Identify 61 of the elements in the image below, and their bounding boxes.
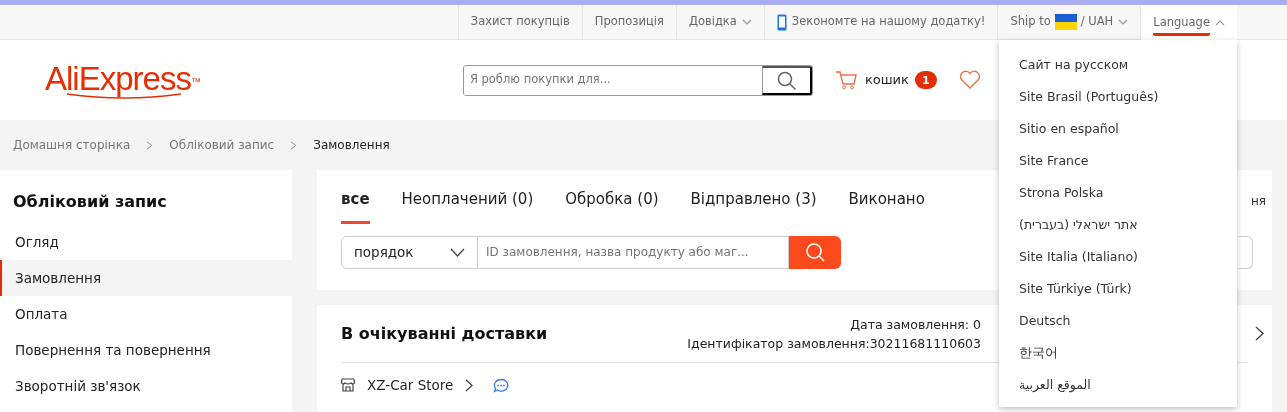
app-promo-link[interactable]: Зекономте на нашому додатку! xyxy=(791,13,986,31)
order-search-button[interactable] xyxy=(789,235,841,269)
chevron-right-icon xyxy=(1255,326,1264,341)
sidebar-item[interactable]: Оплата xyxy=(0,296,292,332)
breadcrumb-separator-icon xyxy=(290,140,298,150)
menu-item[interactable]: אתר ישראלי (בעברית) xyxy=(999,209,1237,241)
cart-label: кошик xyxy=(864,71,909,90)
order-date: Дата замовлення: 0 xyxy=(850,315,981,334)
menu-item[interactable]: Site Türkiye (Türk) xyxy=(999,273,1237,305)
chevron-down-icon xyxy=(1118,18,1129,26)
order-tab[interactable]: Відправлено (3) xyxy=(690,170,817,224)
order-status: В очікуванні доставки xyxy=(341,322,548,345)
chat-icon[interactable] xyxy=(493,377,510,393)
menu-item[interactable]: Deutsch xyxy=(999,305,1237,337)
ship-to-menu[interactable]: Ship to / UAH xyxy=(1010,13,1114,31)
sidebar-title: Обліковий запис xyxy=(12,191,168,213)
tab-label-fragment: ня xyxy=(1250,193,1266,210)
breadcrumb-link[interactable]: Обліковий запис xyxy=(169,136,275,154)
heart-icon[interactable] xyxy=(958,70,981,90)
flag-icon xyxy=(1054,14,1077,30)
store-icon xyxy=(341,378,355,392)
order-tab[interactable]: Обробка (0) xyxy=(565,170,659,224)
chevron-down-icon xyxy=(741,18,752,26)
logo[interactable]: AliExpress$^{™}$ xyxy=(45,61,201,99)
cart-icon xyxy=(834,70,857,90)
order-tab[interactable]: Неоплачений (0) xyxy=(401,170,534,224)
sidebar-item[interactable]: Зворотній зв'язок xyxy=(0,368,292,404)
menu-item[interactable]: Strona Polska xyxy=(999,177,1237,209)
menu-item[interactable]: Site Brasil (Português) xyxy=(999,81,1237,113)
sidebar-item[interactable]: Повернення та повернення xyxy=(0,332,292,368)
date-filter-field[interactable] xyxy=(1239,235,1253,269)
order-search-field[interactable]: ID замовлення, назва продукту або маг... xyxy=(478,235,789,269)
search-button[interactable] xyxy=(762,65,812,95)
menu-item[interactable]: 한국어 xyxy=(999,337,1237,369)
order-tab[interactable]: Виконано xyxy=(848,170,925,224)
breadcrumb-link[interactable]: Домашня сторінка xyxy=(13,136,131,154)
menu-item[interactable]: Site Italia (Italiano) xyxy=(999,241,1237,273)
order-type-select[interactable]: порядок xyxy=(341,235,478,269)
top-link[interactable]: Захист покупців xyxy=(470,13,570,31)
search-icon xyxy=(805,242,825,262)
cart-count-badge: 1 xyxy=(914,70,937,90)
menu-item[interactable]: Site France xyxy=(999,145,1237,177)
sidebar-item[interactable]: Огляд xyxy=(0,224,292,260)
menu-item[interactable]: Sitio en español xyxy=(999,113,1237,145)
menu-item[interactable]: الموقع العربية xyxy=(999,369,1237,401)
help-menu[interactable]: Довідка xyxy=(688,13,737,31)
chevron-right-icon xyxy=(465,378,474,392)
order-tab[interactable]: все xyxy=(341,170,370,224)
breadcrumb-current: Замовлення xyxy=(313,137,390,154)
cart-link[interactable]: кошик 1 xyxy=(834,70,937,90)
chevron-down-icon xyxy=(450,247,465,257)
top-link[interactable]: Пропозиція xyxy=(594,13,664,31)
search-icon xyxy=(776,71,797,91)
breadcrumb-separator-icon xyxy=(146,140,154,150)
store-link[interactable]: XZ-Car Store xyxy=(367,374,454,396)
order-id: Ідентифікатор замовлення:30211681110603 xyxy=(687,334,981,353)
phone-icon xyxy=(776,13,787,31)
search-field[interactable]: Я роблю покупки для... xyxy=(462,64,813,96)
sidebar-item[interactable]: Замовлення xyxy=(0,260,292,296)
menu-item[interactable]: Сайт на русском xyxy=(999,49,1237,81)
chevron-up-icon xyxy=(1215,18,1225,27)
